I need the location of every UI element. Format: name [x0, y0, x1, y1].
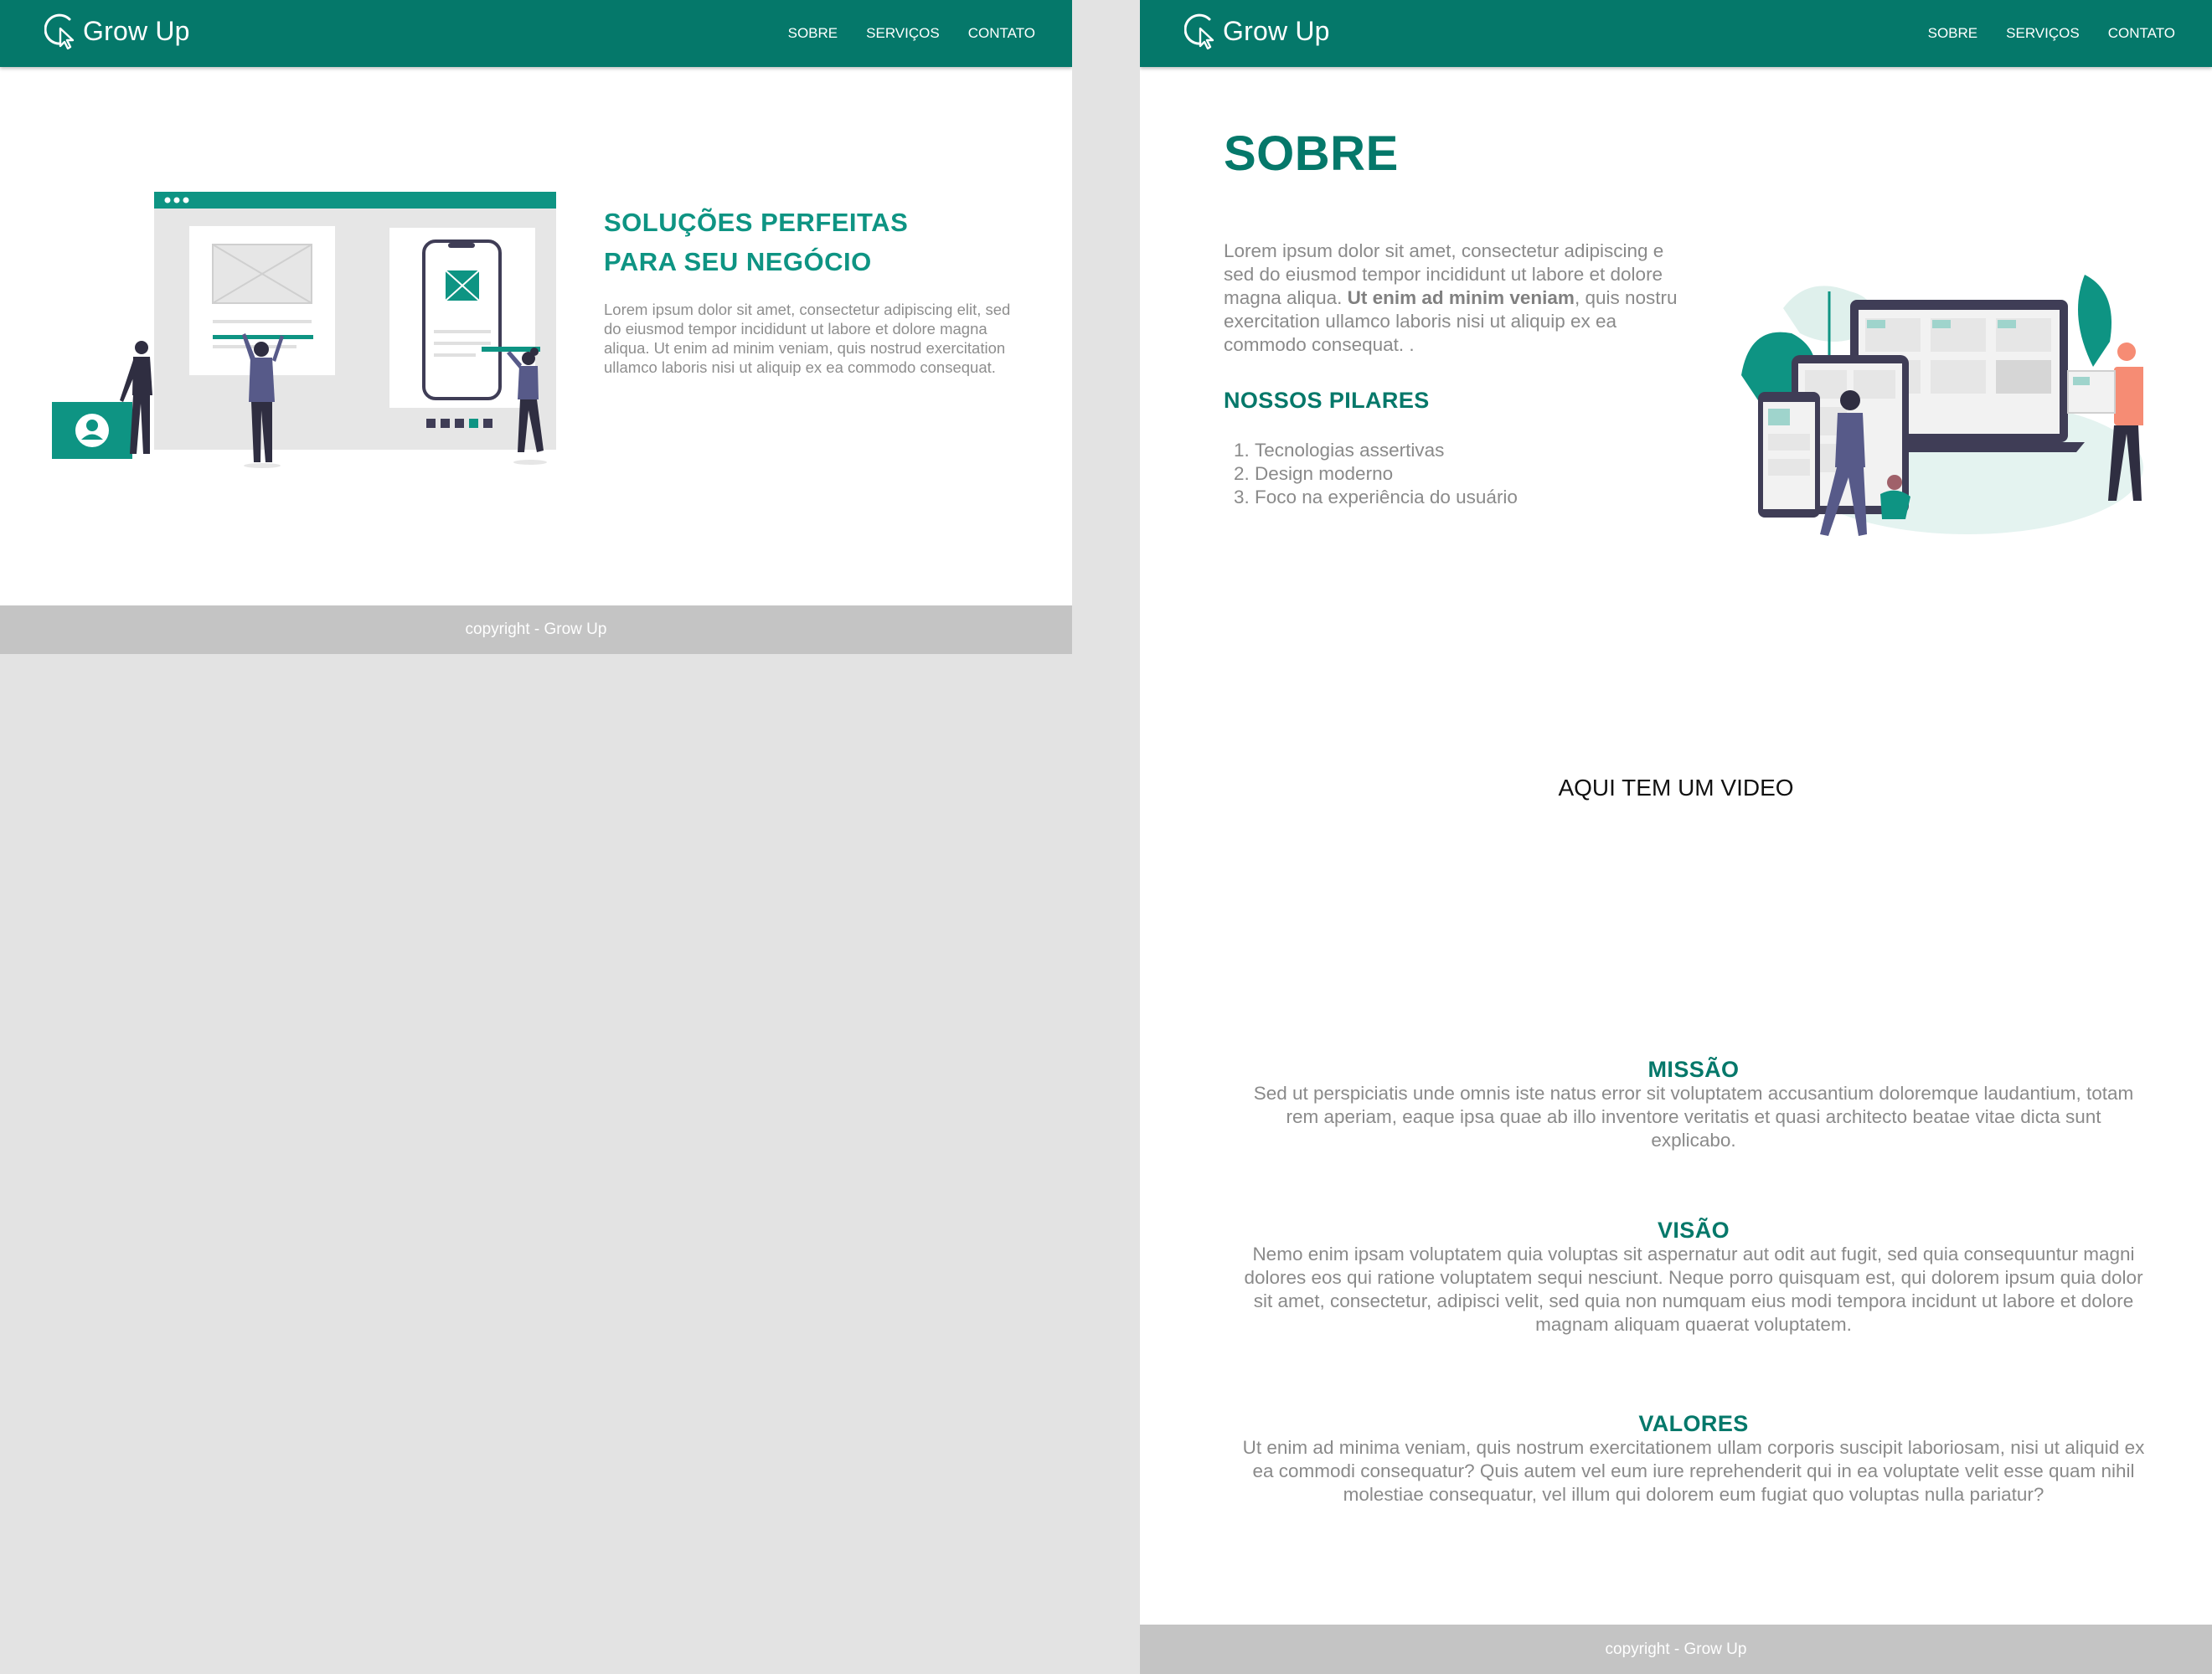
about-intro: Lorem ipsum dolor sit amet, consectetur … — [1224, 240, 1695, 357]
missao-section: MISSÃO Sed ut perspiciatis unde omnis is… — [1242, 1057, 2145, 1152]
about-intro-line-5: commodo consequat. . — [1224, 334, 1415, 355]
nav-link-contato[interactable]: CONTATO — [2108, 25, 2175, 42]
about-intro-line-2: sed do eiusmod tempor incididunt ut labo… — [1224, 264, 1663, 285]
visao-section: VISÃO Nemo enim ipsam voluptatem quia vo… — [1242, 1218, 2145, 1337]
brand-logo[interactable]: Grow Up — [1184, 10, 1330, 52]
about-intro-bold: Ut enim ad minim veniam — [1347, 287, 1575, 308]
footer: copyright - Grow Up — [1140, 1625, 2212, 1674]
pillar-item: Tecnologias assertivas — [1255, 439, 1518, 462]
nav-menu: SOBRE SERVIÇOS CONTATO — [1900, 0, 2175, 67]
nav-link-servicos[interactable]: SERVIÇOS — [866, 25, 940, 42]
brand-name: Grow Up — [83, 15, 190, 46]
nav-link-contato[interactable]: CONTATO — [968, 25, 1035, 42]
hero-title-line-1: SOLUÇÕES PERFEITAS — [604, 208, 909, 237]
nav-menu: SOBRE SERVIÇOS CONTATO — [760, 0, 1035, 67]
missao-text: Sed ut perspiciatis unde omnis iste natu… — [1253, 1083, 2134, 1151]
visao-title: VISÃO — [1657, 1218, 1730, 1243]
about-intro-text: magna aliqua. — [1224, 287, 1348, 308]
hero-description: Lorem ipsum dolor sit amet, consectetur … — [604, 301, 1011, 376]
navbar: Grow Up SOBRE SERVIÇOS CONTATO — [0, 0, 1072, 67]
cursor-click-icon — [1184, 13, 1214, 49]
about-intro-line-1: Lorem ipsum dolor sit amet, consectetur … — [1224, 240, 1664, 261]
hero-title: SOLUÇÕES PERFEITAS PARA SEU NEGÓCIO — [604, 203, 1006, 281]
nav-link-servicos[interactable]: SERVIÇOS — [2006, 25, 2080, 42]
brand-logo[interactable]: Grow Up — [44, 10, 190, 52]
about-intro-line-3: magna aliqua. Ut enim ad minim veniam, q… — [1224, 286, 1695, 310]
cursor-click-icon — [44, 13, 75, 49]
hero-title-line-2: PARA SEU NEGÓCIO — [604, 247, 872, 276]
pillars-title: NOSSOS PILARES — [1224, 388, 1430, 413]
about-intro-text: , quis nostru — [1574, 287, 1678, 308]
pillar-item: Design moderno — [1255, 462, 1518, 486]
nav-link-sobre[interactable]: SOBRE — [1928, 25, 1978, 42]
hero-illustration — [52, 192, 556, 468]
about-intro-line-4: exercitation ullamco laboris nisi ut ali… — [1224, 311, 1616, 332]
valores-text: Ut enim ad minima veniam, quis nostrum e… — [1242, 1437, 2145, 1505]
about-page: Grow Up SOBRE SERVIÇOS CONTATO SOBRE Lor… — [1140, 0, 2212, 1674]
devices-illustration — [1741, 275, 2143, 536]
video-placeholder[interactable]: AQUI TEM UM VIDEO — [1140, 775, 2212, 801]
pillars-list: Tecnologias assertivas Design moderno Fo… — [1224, 439, 1518, 509]
brand-name: Grow Up — [1223, 15, 1330, 46]
navbar: Grow Up SOBRE SERVIÇOS CONTATO — [1140, 0, 2212, 67]
footer: copyright - Grow Up — [0, 605, 1072, 654]
valores-section: VALORES Ut enim ad minima veniam, quis n… — [1242, 1411, 2145, 1507]
visao-text: Nemo enim ipsam voluptatem quia voluptas… — [1244, 1244, 2143, 1335]
valores-title: VALORES — [1638, 1411, 1749, 1436]
about-title: SOBRE — [1224, 126, 1399, 181]
pillar-item: Foco na experiência do usuário — [1255, 486, 1518, 509]
missao-title: MISSÃO — [1647, 1057, 1740, 1082]
nav-link-sobre[interactable]: SOBRE — [788, 25, 838, 42]
home-page: Grow Up SOBRE SERVIÇOS CONTATO SOLUÇÕES … — [0, 0, 1072, 654]
